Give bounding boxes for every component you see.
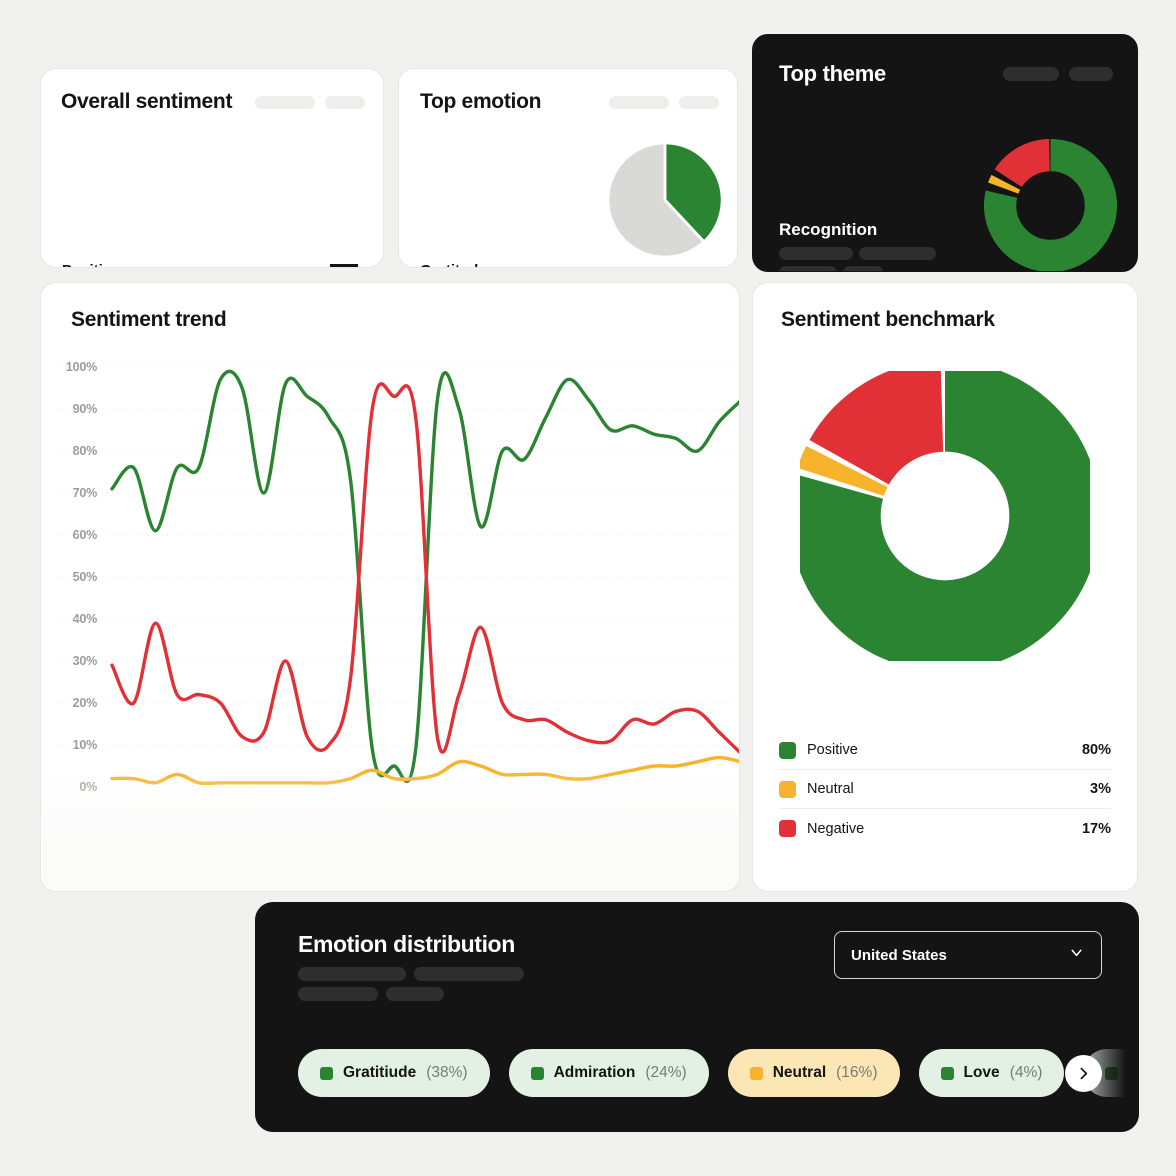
country-select-value: United States (851, 946, 947, 964)
chip-label: Joy (1128, 1064, 1138, 1081)
top-theme-card: Top theme Recognition (752, 34, 1138, 272)
benchmark-legend-row[interactable]: Negative 17% (779, 809, 1111, 848)
chip-dot-icon (749, 1066, 763, 1080)
header-placeholder-2 (325, 95, 365, 109)
chevron-down-icon (1068, 944, 1085, 966)
legend-label: Positive (807, 742, 858, 758)
top-emotion-card: Top emotion Gratitude (398, 68, 738, 268)
chip-label: Neutral (772, 1064, 827, 1081)
legend-value: 80% (1081, 742, 1111, 758)
header-placeholder-1 (255, 95, 315, 109)
header-placeholder-2 (679, 95, 719, 109)
emotion-distribution-placeholders (298, 967, 528, 1007)
emotion-chip[interactable]: Love (4%) (918, 1049, 1065, 1097)
legend-label: Negative (807, 820, 865, 837)
plot-fade-overlay (42, 770, 738, 890)
header-placeholder-1 (609, 95, 669, 109)
chip-dot-icon (1105, 1066, 1119, 1080)
placeholder-line1-b (859, 247, 936, 260)
placeholder-line1-a (779, 247, 853, 260)
placeholder-line2-b (843, 266, 883, 271)
chip-percentage: (24%) (645, 1064, 687, 1081)
emotion-chip-list: Gratitiude (38%) Admiration (24%) Neutral (16… (298, 1049, 1138, 1097)
legend-swatch (779, 780, 796, 798)
emotion-chip[interactable]: Admiration (24%) (508, 1049, 709, 1097)
sentiment-benchmark-donut-chart (789, 360, 1101, 672)
dashboard-root: Overall sentiment Positive Top emotion (0, 0, 1176, 1176)
chip-dot-icon (530, 1066, 544, 1080)
overall-sentiment-title: Overall sentiment (61, 90, 233, 113)
emotion-distribution-card: Emotion distribution United States Grati… (255, 902, 1139, 1132)
card-header: Top theme (779, 61, 1113, 87)
country-select[interactable]: United States (834, 931, 1102, 979)
card-header: Overall sentiment (61, 90, 365, 114)
placeholder-line1-b (414, 967, 524, 981)
emotion-distribution-title: Emotion distribution (298, 931, 515, 957)
chip-dot-icon (320, 1066, 333, 1080)
sentiment-benchmark-legend: Positive 80% Neutral 3% Negative 17% (779, 731, 1111, 848)
placeholder-line2-b (386, 987, 444, 1001)
sentiment-benchmark-title: Sentiment benchmark (781, 308, 995, 331)
chip-label: Gratitiude (343, 1064, 417, 1081)
chip-percentage: (4%) (1009, 1064, 1043, 1081)
chip-percentage: (16%) (836, 1064, 878, 1081)
legend-value: 3% (1090, 781, 1111, 797)
chip-dot-icon (940, 1066, 954, 1080)
placeholder-line2-a (298, 987, 378, 1001)
top-emotion-value: Gratitude (420, 262, 487, 267)
legend-label: Neutral (807, 781, 854, 797)
card-header: Top emotion (420, 90, 719, 114)
sentiment-benchmark-card: Sentiment benchmark Positive 80% Neutral 3%… (752, 282, 1138, 892)
top-emotion-title: Top emotion (420, 90, 542, 113)
chevron-right-icon[interactable] (1065, 1055, 1102, 1092)
trend-line-neutral (110, 755, 739, 786)
gauge-label: Positive (62, 262, 120, 267)
top-theme-donut-chart (983, 138, 1118, 271)
top-emotion-pie-chart (607, 142, 723, 258)
arrow-down-icon[interactable] (330, 264, 358, 267)
placeholder-line2-a (779, 266, 837, 271)
header-placeholder-1 (1003, 67, 1059, 81)
top-theme-value: Recognition (779, 220, 878, 239)
top-theme-title: Top theme (779, 61, 886, 86)
placeholder-line1-a (298, 967, 406, 981)
sentiment-trend-card: Sentiment trend 0% 10% 20% 30% 40% 50% 60% 70% 8… (40, 282, 740, 892)
top-theme-placeholders (779, 247, 959, 271)
overall-sentiment-card: Overall sentiment Positive (40, 68, 384, 268)
header-placeholder-2 (1069, 67, 1113, 81)
chip-label: Love (963, 1064, 1000, 1081)
emotion-chip[interactable]: Gratitiude (38%) (298, 1049, 490, 1097)
benchmark-legend-row[interactable]: Neutral 3% (779, 770, 1111, 809)
sentiment-trend-title: Sentiment trend (71, 308, 227, 331)
chip-percentage: (38%) (426, 1064, 468, 1081)
emotion-chip[interactable]: Neutral (16%) (727, 1049, 900, 1097)
chip-label: Admiration (553, 1064, 636, 1081)
legend-swatch (779, 820, 796, 837)
legend-value: 17% (1081, 820, 1111, 837)
sentiment-trend-plot (57, 367, 739, 787)
benchmark-legend-row[interactable]: Positive 80% (779, 731, 1111, 770)
legend-swatch (779, 741, 796, 759)
